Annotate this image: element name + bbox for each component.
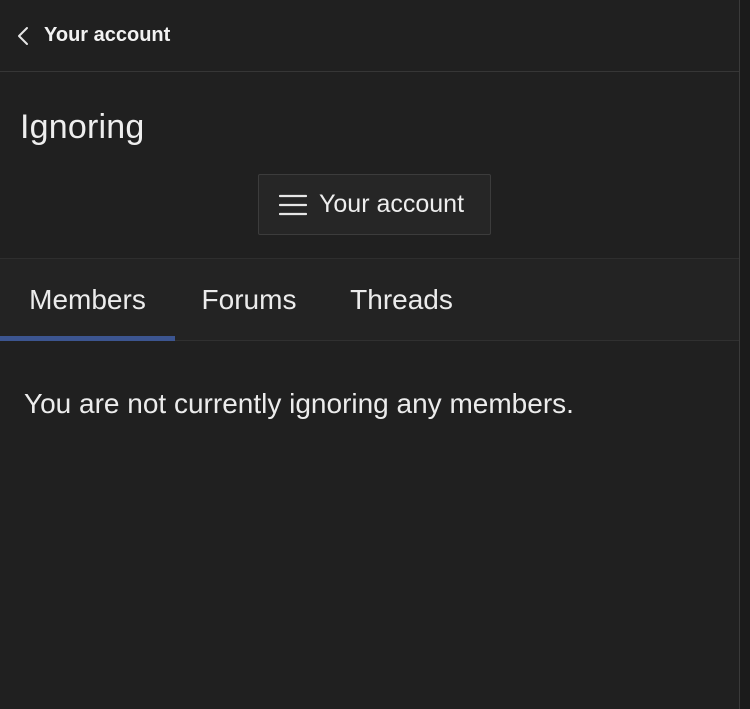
tab-forums[interactable]: Forums: [175, 259, 323, 341]
page-title: Ignoring: [20, 108, 145, 146]
tab-members[interactable]: Members: [0, 259, 175, 341]
hamburger-menu-icon: [278, 193, 308, 217]
chevron-left-icon: [16, 26, 32, 46]
back-link-label: Your account: [44, 24, 171, 46]
account-menu-button[interactable]: Your account: [258, 174, 491, 235]
top-bar: Your account: [0, 0, 739, 72]
empty-state-message: You are not currently ignoring any membe…: [24, 388, 574, 419]
scrollbar-edge: [739, 0, 750, 709]
back-to-account-link[interactable]: Your account: [16, 24, 170, 47]
tab-threads[interactable]: Threads: [323, 259, 480, 341]
account-menu-label: Your account: [319, 190, 465, 218]
tabs-bar: Members Forums Threads: [0, 258, 739, 341]
